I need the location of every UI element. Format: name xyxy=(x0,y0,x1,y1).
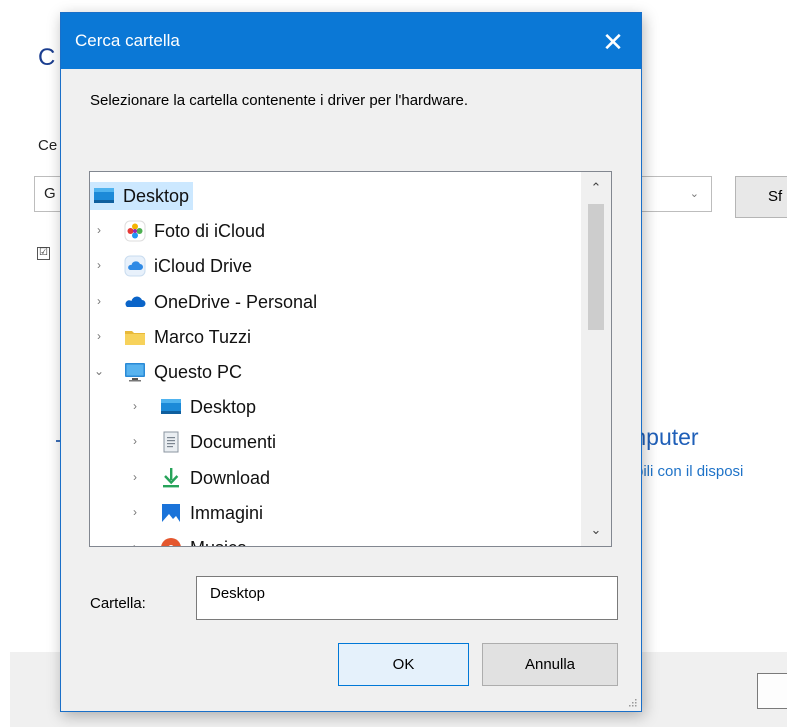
expand-right-icon[interactable]: › xyxy=(128,540,142,546)
desktop-icon xyxy=(160,396,182,418)
resize-grip-icon[interactable] xyxy=(627,697,637,707)
background-footer-button[interactable] xyxy=(757,673,787,709)
tree-item-label: Download xyxy=(190,467,271,488)
close-icon: ✕ xyxy=(602,27,624,57)
dialog-instructions: Selezionare la cartella contenente i dri… xyxy=(90,92,469,109)
documents-icon xyxy=(160,431,182,453)
expand-right-icon[interactable]: › xyxy=(92,258,106,272)
scroll-down-button[interactable]: ⌄ xyxy=(581,516,611,546)
ok-button[interactable]: OK xyxy=(338,643,469,686)
tree-item[interactable]: › Documenti xyxy=(90,425,581,459)
this-pc-icon xyxy=(124,361,146,383)
tree-item-label: OneDrive - Personal xyxy=(154,291,318,312)
tree-item-label: Foto di iCloud xyxy=(154,221,266,242)
tree-item[interactable]: Desktop xyxy=(90,179,581,213)
tree-item[interactable]: › Marco Tuzzi xyxy=(90,320,581,354)
browse-folder-dialog: Cerca cartella ✕ Selezionare la cartella… xyxy=(60,12,642,712)
tree-item-label: Questo PC xyxy=(154,362,243,382)
tree-item[interactable]: › OneDrive - Personal xyxy=(90,285,581,319)
close-button[interactable]: ✕ xyxy=(585,13,641,69)
desktop-icon xyxy=(93,185,115,207)
onedrive-icon xyxy=(124,291,146,313)
expand-right-icon[interactable]: › xyxy=(92,294,106,308)
dialog-title: Cerca cartella xyxy=(75,31,180,50)
background-field-label: Ce xyxy=(38,137,58,154)
download-icon xyxy=(160,467,182,489)
expand-right-icon[interactable]: › xyxy=(92,223,106,237)
expand-right-icon[interactable]: › xyxy=(128,505,142,519)
expand-right-icon[interactable]: › xyxy=(128,470,142,484)
background-page-title: C xyxy=(38,44,56,71)
tree-item[interactable]: ⌄ Questo PC xyxy=(90,355,581,389)
tree-item-label: Musica xyxy=(190,538,247,546)
scroll-thumb[interactable] xyxy=(588,204,604,330)
background-checkbox[interactable]: ☑ xyxy=(37,247,50,260)
tree-item-label: Immagini xyxy=(190,502,264,523)
tree-item-label: Documenti xyxy=(190,432,277,453)
background-link-description: bili con il disposi xyxy=(635,463,744,480)
expand-down-icon[interactable]: ⌄ xyxy=(92,364,106,378)
folder-path-input[interactable] xyxy=(196,576,618,620)
background-combo-text: G xyxy=(44,185,56,202)
expand-right-icon[interactable]: › xyxy=(92,329,106,343)
tree-item-label: iCloud Drive xyxy=(154,256,253,277)
tree-item-label: Desktop xyxy=(123,186,190,206)
dialog-titlebar[interactable]: Cerca cartella ✕ xyxy=(61,13,641,69)
folder-tree[interactable]: Desktop › Foto di iCloud › iCloud Drive › OneD… xyxy=(89,171,612,547)
tree-item[interactable]: › iCloud Drive xyxy=(90,249,581,283)
music-icon xyxy=(160,537,182,546)
tree-item-label: Desktop xyxy=(190,397,257,418)
photos-icon xyxy=(124,220,146,242)
expand-right-icon[interactable]: › xyxy=(128,434,142,448)
folder-field-label: Cartella: xyxy=(90,595,146,612)
icloud-drive-icon xyxy=(124,255,146,277)
tree-item[interactable]: › Musica xyxy=(90,531,581,546)
tree-scrollbar[interactable]: ⌃ ⌄ xyxy=(581,172,611,546)
pictures-icon xyxy=(160,502,182,524)
tree-item[interactable]: › Desktop xyxy=(90,390,581,424)
expand-right-icon[interactable]: › xyxy=(128,399,142,413)
tree-item[interactable]: › Download xyxy=(90,461,581,495)
user-folder-icon xyxy=(124,326,146,348)
chevron-down-icon: ⌄ xyxy=(689,188,699,200)
tree-item-label: Marco Tuzzi xyxy=(154,326,252,347)
tree-item[interactable]: › Foto di iCloud xyxy=(90,214,581,248)
cancel-button[interactable]: Annulla xyxy=(482,643,618,686)
tree-item[interactable]: › Immagini xyxy=(90,496,581,530)
scroll-up-button[interactable]: ⌃ xyxy=(581,172,611,202)
background-browse-button[interactable]: Sf xyxy=(735,176,787,218)
